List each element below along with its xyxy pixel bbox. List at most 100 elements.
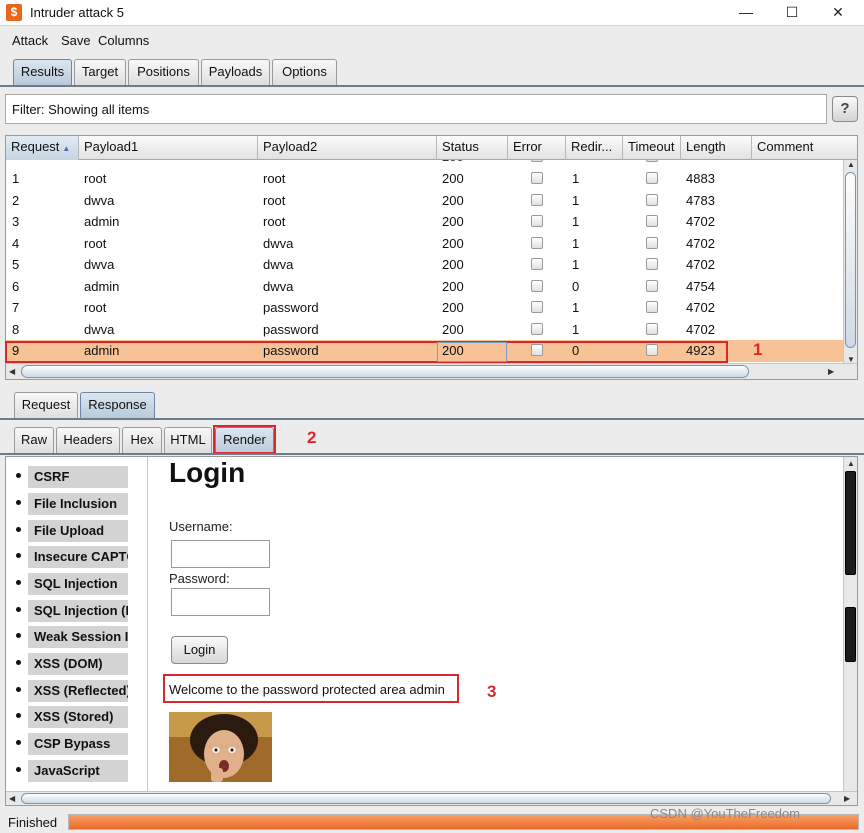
timeout-checkbox [646,258,658,270]
username-label: Username: [169,519,233,534]
table-row[interactable]: 1 root root 200 1 4883 [6,168,844,190]
user-avatar-image [169,712,272,782]
scroll-thumb[interactable] [845,172,856,348]
menu-item-xss-dom[interactable]: XSS (DOM) [16,653,146,676]
filter-bar[interactable]: Filter: Showing all items [5,94,827,124]
render-horizontal-scrollbar[interactable]: ◀ ▶ [6,791,857,805]
scroll-thumb[interactable] [845,471,856,575]
render-pane: CSRF File Inclusion File Upload Insecure… [5,456,858,806]
tab-response[interactable]: Response [80,392,155,418]
tab-raw[interactable]: Raw [14,427,54,453]
cell-payload1: dwva [84,321,115,337]
tab-target[interactable]: Target [74,59,126,85]
username-field[interactable] [171,540,270,568]
tab-positions[interactable]: Positions [128,59,199,85]
error-checkbox [531,301,543,313]
render-vertical-scrollbar[interactable]: ▲ [843,457,857,793]
cell-status: 200 [442,257,464,272]
tab-payloads[interactable]: Payloads [201,59,270,85]
col-redirects[interactable]: Redir... [566,136,623,160]
password-field[interactable] [171,588,270,616]
menu-item-xss-stored[interactable]: XSS (Stored) [16,706,146,729]
menu-item-weak-session-ids[interactable]: Weak Session IDs [16,626,146,649]
cell-redirects: 1 [572,300,580,315]
table-row[interactable]: 200 [6,160,844,168]
col-payload2[interactable]: Payload2 [258,136,437,160]
scroll-right-icon[interactable]: ▶ [828,367,834,376]
menu-item-xss-reflected[interactable]: XSS (Reflected) [16,680,146,703]
menu-item-csp-bypass[interactable]: CSP Bypass [16,733,146,756]
close-button[interactable]: ✕ [816,2,860,24]
col-status[interactable]: Status [437,136,508,160]
cell-request: 3 [12,214,20,229]
menu-save[interactable]: Save [61,33,91,48]
minimize-button[interactable]: — [724,2,768,24]
table-vertical-scrollbar[interactable]: ▲ ▼ [843,160,857,364]
tab-headers[interactable]: Headers [56,427,120,453]
timeout-checkbox [646,172,658,184]
col-timeout[interactable]: Timeout [623,136,681,160]
cell-status: 200 [442,192,464,208]
tab-html[interactable]: HTML [164,427,212,453]
cell-request: 2 [12,192,20,208]
filter-text: Filter: Showing all items [12,102,150,117]
col-comment[interactable]: Comment [752,136,857,160]
timeout-checkbox [646,193,658,206]
cell-payload2: dwva [263,278,294,294]
scroll-thumb[interactable] [21,793,831,804]
col-request[interactable]: Request ▲ [6,136,79,160]
table-row[interactable]: 6 admin dwva 200 0 4754 [6,276,844,298]
login-button[interactable]: Login [171,636,228,664]
scroll-left-icon[interactable]: ◀ [9,367,15,376]
cell-status: 200 [442,278,464,294]
table-row[interactable]: 4 root dwva 200 1 4702 [6,233,844,255]
table-horizontal-scrollbar[interactable]: ◀ ▶ [6,363,857,379]
tab-results[interactable]: Results [13,59,72,85]
window-title: Intruder attack 5 [30,5,124,20]
cell-status: 200 [442,300,464,315]
tab-hex[interactable]: Hex [122,427,162,453]
col-error[interactable]: Error [508,136,566,160]
table-row[interactable]: 2 dwva root 200 1 4783 [6,190,844,212]
table-row[interactable]: 5 dwva dwva 200 1 4702 [6,254,844,276]
menu-item-sql-injection-blind[interactable]: SQL Injection (Blind) [16,600,146,623]
col-payload1[interactable]: Payload1 [79,136,258,160]
menu-item-javascript[interactable]: JavaScript [16,760,146,783]
cell-status: 200 [442,235,464,251]
cell-redirects: 1 [572,257,580,272]
tab-options[interactable]: Options [272,59,337,85]
table-body: 200 1 root root 200 1 4883 2 dwva root 2… [6,160,844,364]
menu-columns[interactable]: Columns [98,33,149,48]
maximize-button[interactable]: ☐ [770,2,814,24]
error-checkbox [531,193,543,206]
password-label: Password: [169,571,230,586]
help-button[interactable]: ? [832,96,858,122]
table-row[interactable]: 7 root password 200 1 4702 [6,297,844,319]
menu-item-insecure-captcha[interactable]: Insecure CAPTCHA [16,546,146,569]
table-row[interactable]: 3 admin root 200 1 4702 [6,211,844,233]
cell-request: 4 [12,235,20,251]
menu-item-sql-injection[interactable]: SQL Injection [16,573,146,596]
menu-attack[interactable]: Attack [12,33,48,48]
menu-item-file-inclusion[interactable]: File Inclusion [16,493,146,516]
cell-status: 200 [442,171,464,186]
page-title: Login [169,457,246,488]
col-length[interactable]: Length [681,136,752,160]
cell-length: 4754 [686,278,715,294]
cell-payload2: dwva [263,257,294,272]
cell-redirects: 1 [572,192,580,208]
scroll-thumb[interactable] [21,365,749,378]
cell-payload2: password [263,300,319,315]
cell-redirects: 1 [572,171,580,186]
menu-item-csrf[interactable]: CSRF [16,466,146,489]
scroll-thumb[interactable] [845,607,856,662]
scroll-right-icon[interactable]: ▶ [844,794,850,803]
scroll-up-icon[interactable]: ▲ [847,160,855,169]
table-row[interactable]: 8 dwva password 200 1 4702 [6,319,844,341]
cell-redirects: 0 [572,278,580,294]
menu-item-file-upload[interactable]: File Upload [16,520,146,543]
scroll-up-icon[interactable]: ▲ [847,459,855,468]
cell-request: 1 [12,171,20,186]
tab-request[interactable]: Request [14,392,78,418]
scroll-left-icon[interactable]: ◀ [9,794,15,803]
